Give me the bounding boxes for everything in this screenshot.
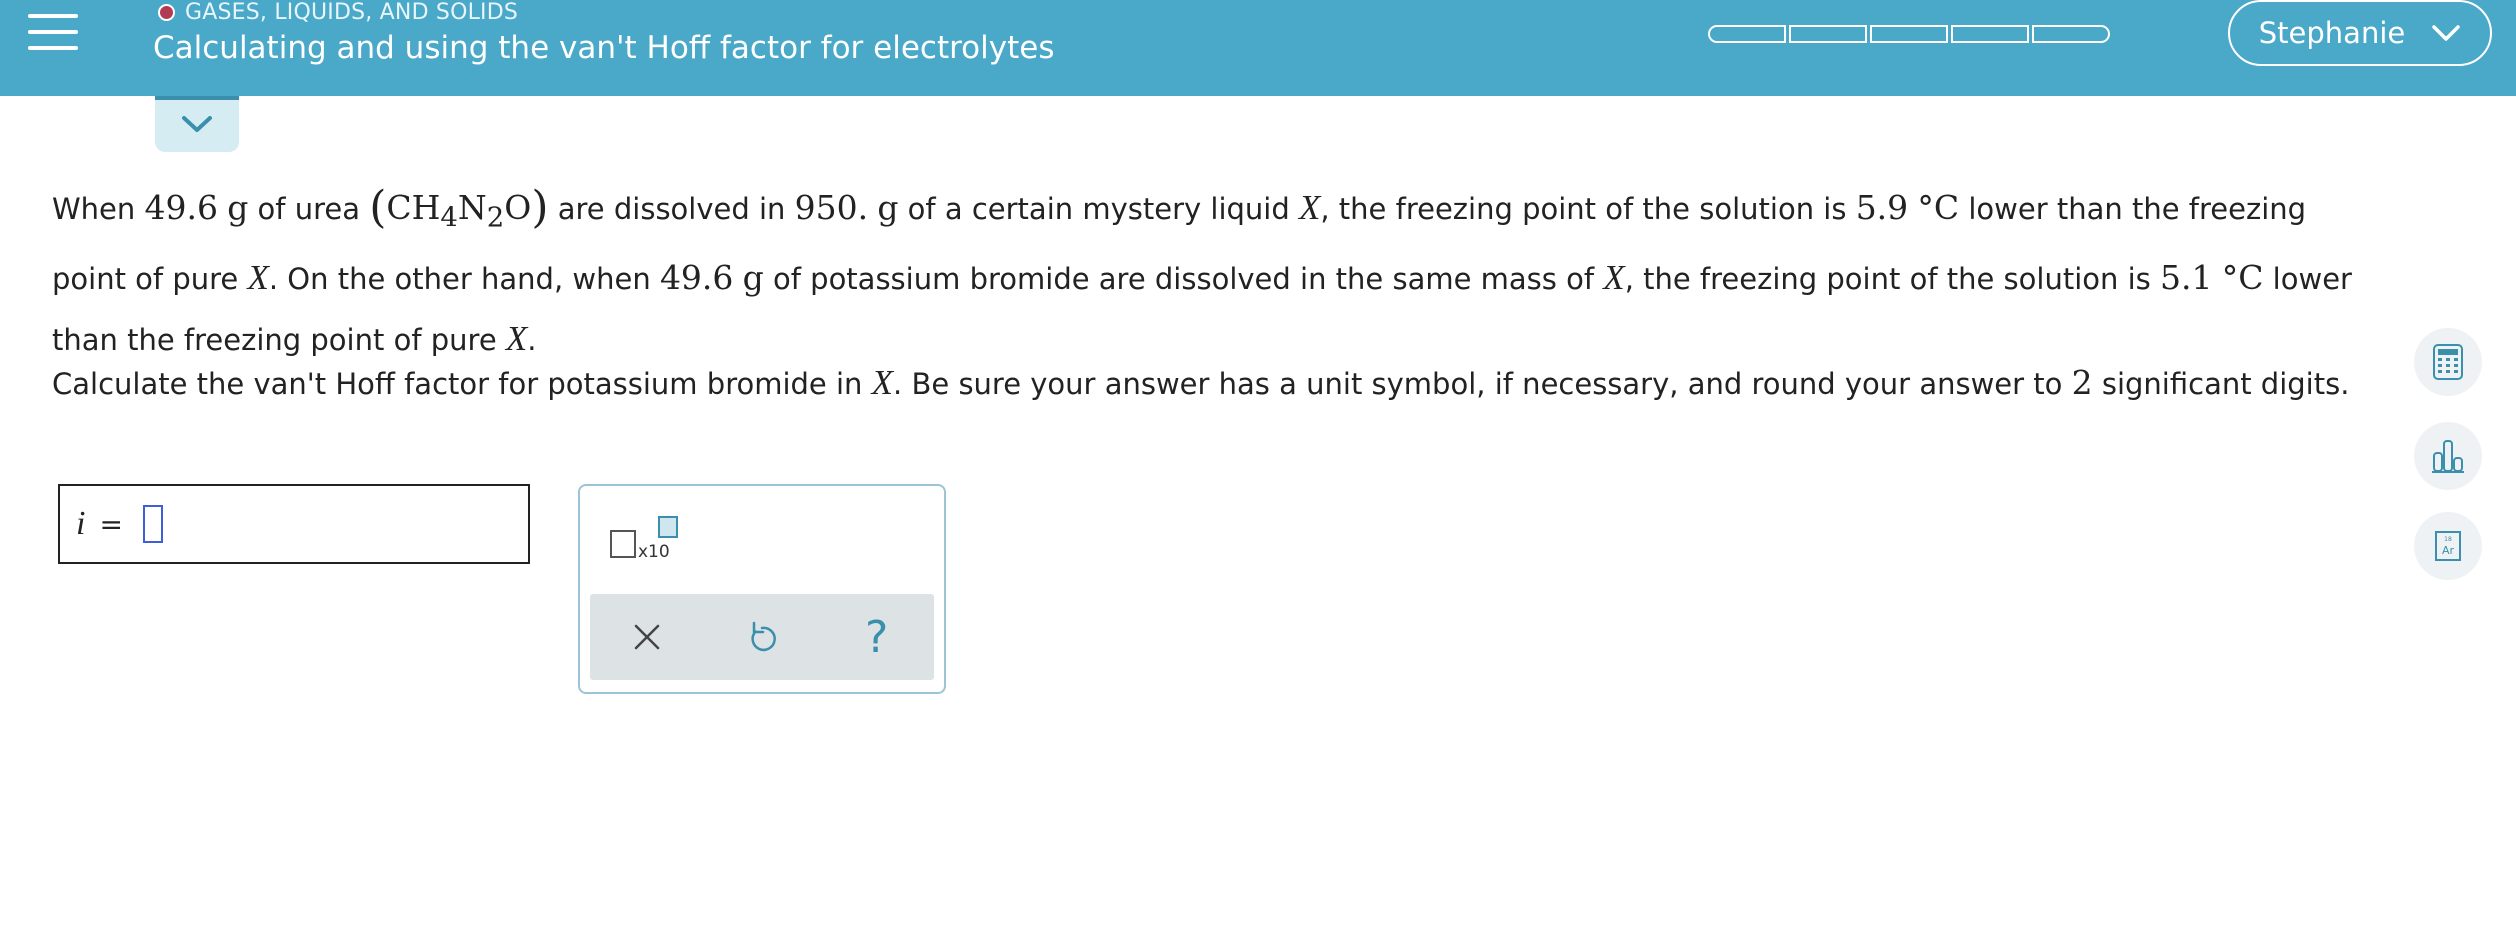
data-chart-button[interactable] [2414,422,2482,490]
freezing-point-drop-urea: 5.9 [1855,188,1909,227]
formula-paren-open: ( [369,182,387,233]
formula-part: N [457,188,487,227]
calculator-icon [2433,344,2463,380]
collapse-header-toggle[interactable] [155,96,239,152]
progress-segment [1708,25,1786,43]
scientific-notation-button[interactable]: x10 [610,516,686,572]
progress-bar [1708,25,2110,43]
user-menu-button[interactable]: Stephanie [2228,0,2492,66]
problem-text-segment: , the freezing point of the solution is [1624,261,2160,296]
periodic-table-icon: 18 Ar [2435,531,2461,561]
problem-text-segment: of potassium bromide are dissolved in th… [763,261,1604,296]
variable-x: X [1603,257,1625,297]
problem-text: When 49.6 g of urea (CH4N2O) are dissolv… [52,178,2382,370]
unit-celsius: °C [1917,188,1960,227]
problem-text-segment: are dissolved in [548,192,795,226]
category-status-dot-icon [158,3,175,21]
formula-subscript: 2 [486,201,505,234]
variable-x: X [505,318,528,358]
liquid-mass-value: 950. [794,188,869,227]
answer-input[interactable] [142,505,163,543]
palette-action-row: ? [590,594,934,680]
variable-x: X [1298,188,1321,227]
problem-text-segment: . On the other hand, when [268,261,660,296]
unit-celsius: °C [2221,257,2264,297]
chevron-down-icon [182,116,212,132]
x-icon [635,624,660,650]
progress-segment [2032,25,2110,43]
formula-part: CH [386,188,441,227]
undo-button[interactable] [732,607,792,667]
formula-part: O [504,188,532,227]
prompt-text-segment: significant digits. [2092,367,2350,401]
answer-equals: = [99,507,123,541]
exponent-box-icon [658,516,678,538]
variable-x: X [247,257,269,297]
prompt-text-segment: . Be sure your answer has a unit symbol,… [893,367,2072,401]
bar-chart-icon [2432,440,2464,473]
top-bar: GASES, LIQUIDS, AND SOLIDS Calculating a… [0,0,2516,96]
unit-grams: g [742,257,764,297]
problem-text-segment: of urea [248,192,370,226]
mantissa-box-icon [610,530,636,558]
kbr-mass-value: 49.6 [659,257,734,297]
question-prompt: Calculate the van't Hoff factor for pota… [52,363,2349,403]
category-label: GASES, LIQUIDS, AND SOLIDS [185,0,519,25]
answer-variable: i [76,505,86,542]
urea-formula: CH4N2O [386,188,532,234]
formula-paren-close: ) [531,182,549,233]
unit-grams: g [877,188,899,227]
freezing-point-drop-kbr: 5.1 [2160,257,2213,297]
progress-segment [1870,25,1948,43]
user-name: Stephanie [2258,16,2406,50]
times-ten-label: x10 [638,542,670,562]
problem-text-segment: . [527,322,537,357]
unit-grams: g [227,188,249,227]
problem-text-segment: , the freezing point of the solution is [1320,192,1856,226]
problem-text-segment: When [52,192,145,226]
chevron-down-icon [2432,25,2460,41]
prompt-text-segment: Calculate the van't Hoff factor for pota… [52,367,872,401]
variable-x: X [871,363,894,402]
progress-segment [1789,25,1867,43]
math-palette: x10 ? [578,484,946,694]
topic-category: GASES, LIQUIDS, AND SOLIDS [158,0,519,25]
clear-button[interactable] [617,607,677,667]
answer-field: i = [58,484,530,564]
help-button[interactable]: ? [847,607,907,667]
topic-title: Calculating and using the van't Hoff fac… [153,30,1055,66]
formula-subscript: 4 [440,201,458,234]
undo-icon [751,621,776,652]
problem-text-segment: of a certain mystery liquid [898,192,1299,226]
help-icon: ? [864,611,889,663]
periodic-number: 18 [2444,536,2452,543]
calculator-button[interactable] [2414,328,2482,396]
periodic-symbol: Ar [2442,544,2455,557]
menu-icon[interactable] [28,14,78,50]
progress-segment [1951,25,2029,43]
periodic-table-button[interactable]: 18 Ar [2414,512,2482,580]
urea-mass-value: 49.6 [144,188,218,227]
problem-statement: When 49.6 g of urea (CH4N2O) are dissolv… [52,178,2382,370]
significant-digits-value: 2 [2071,363,2093,402]
